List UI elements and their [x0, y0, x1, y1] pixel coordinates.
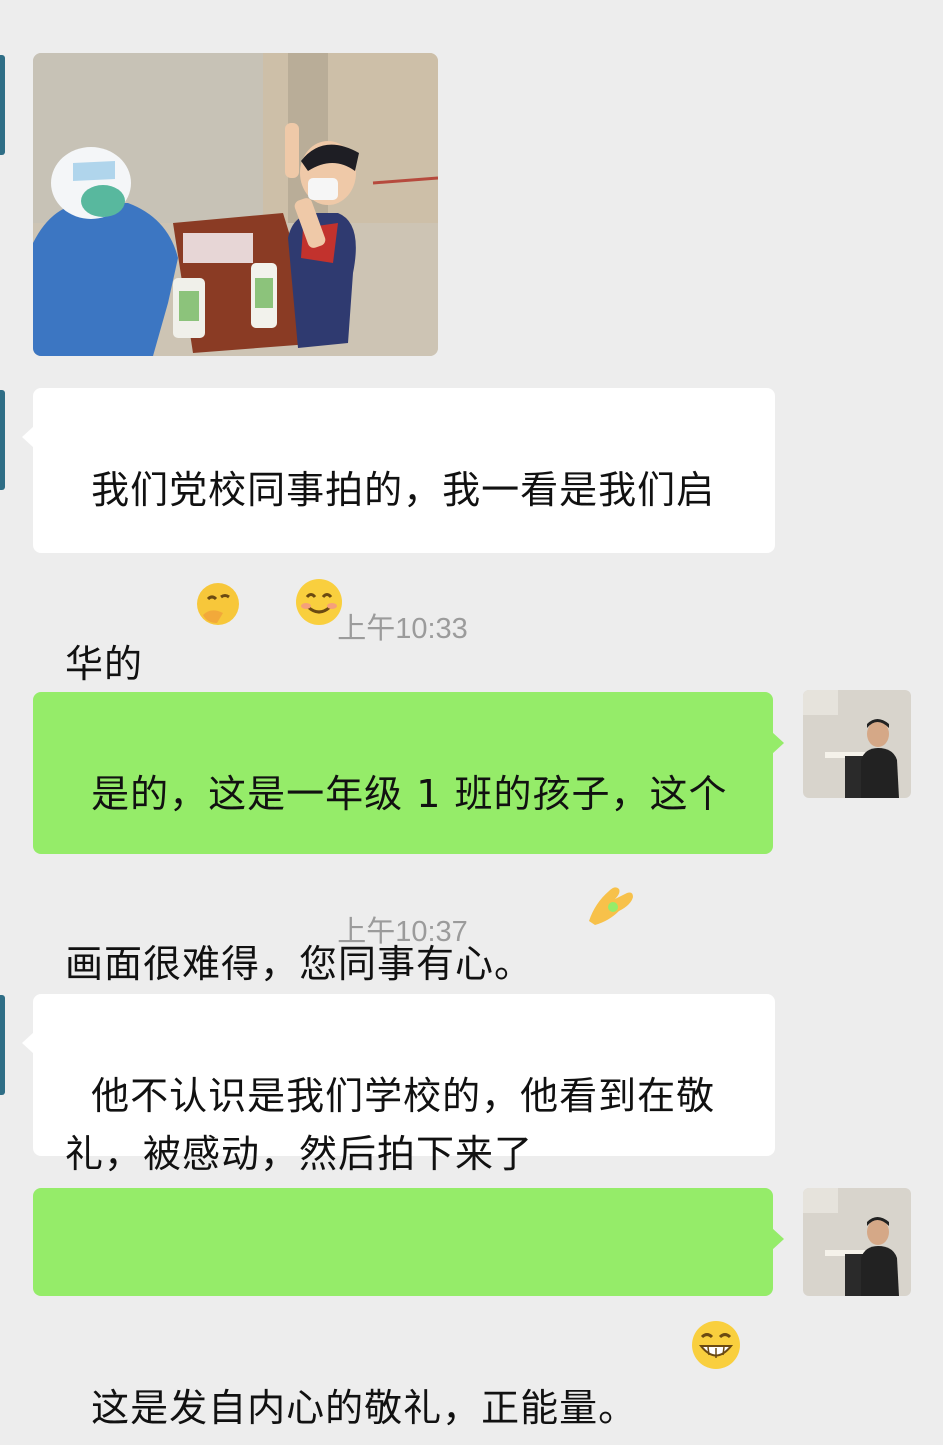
sent-message-bubble[interactable]: 这是发自内心的敬礼，正能量。: [33, 1188, 784, 1430]
message-text: 他不认识是我们学校的，他看到在敬礼，被感动，然后拍下来了: [65, 1074, 716, 1176]
sender-avatar-edge[interactable]: [0, 995, 5, 1095]
photo-message[interactable]: [33, 53, 438, 356]
message-timestamp: 上午10:37: [337, 916, 468, 948]
sent-message-bubble[interactable]: 是的，这是一年级 1 班的孩子，这个画面很难得，您同事有心。: [33, 692, 784, 986]
message-timestamp: 上午10:33: [337, 613, 468, 645]
received-message-bubble[interactable]: 他不认识是我们学校的，他看到在敬礼，被感动，然后拍下来了: [22, 994, 775, 1176]
message-text: 这是发自内心的敬礼，正能量。: [91, 1386, 638, 1430]
received-message-bubble[interactable]: 我们党校同事拍的，我一看是我们启华的: [22, 388, 775, 686]
user-avatar[interactable]: [803, 690, 911, 798]
sender-avatar-edge[interactable]: [0, 390, 5, 490]
photo-image: [33, 53, 438, 356]
grinning-face-icon: [637, 1261, 741, 1445]
sender-avatar-edge[interactable]: [0, 55, 5, 155]
user-avatar[interactable]: [803, 1188, 911, 1296]
